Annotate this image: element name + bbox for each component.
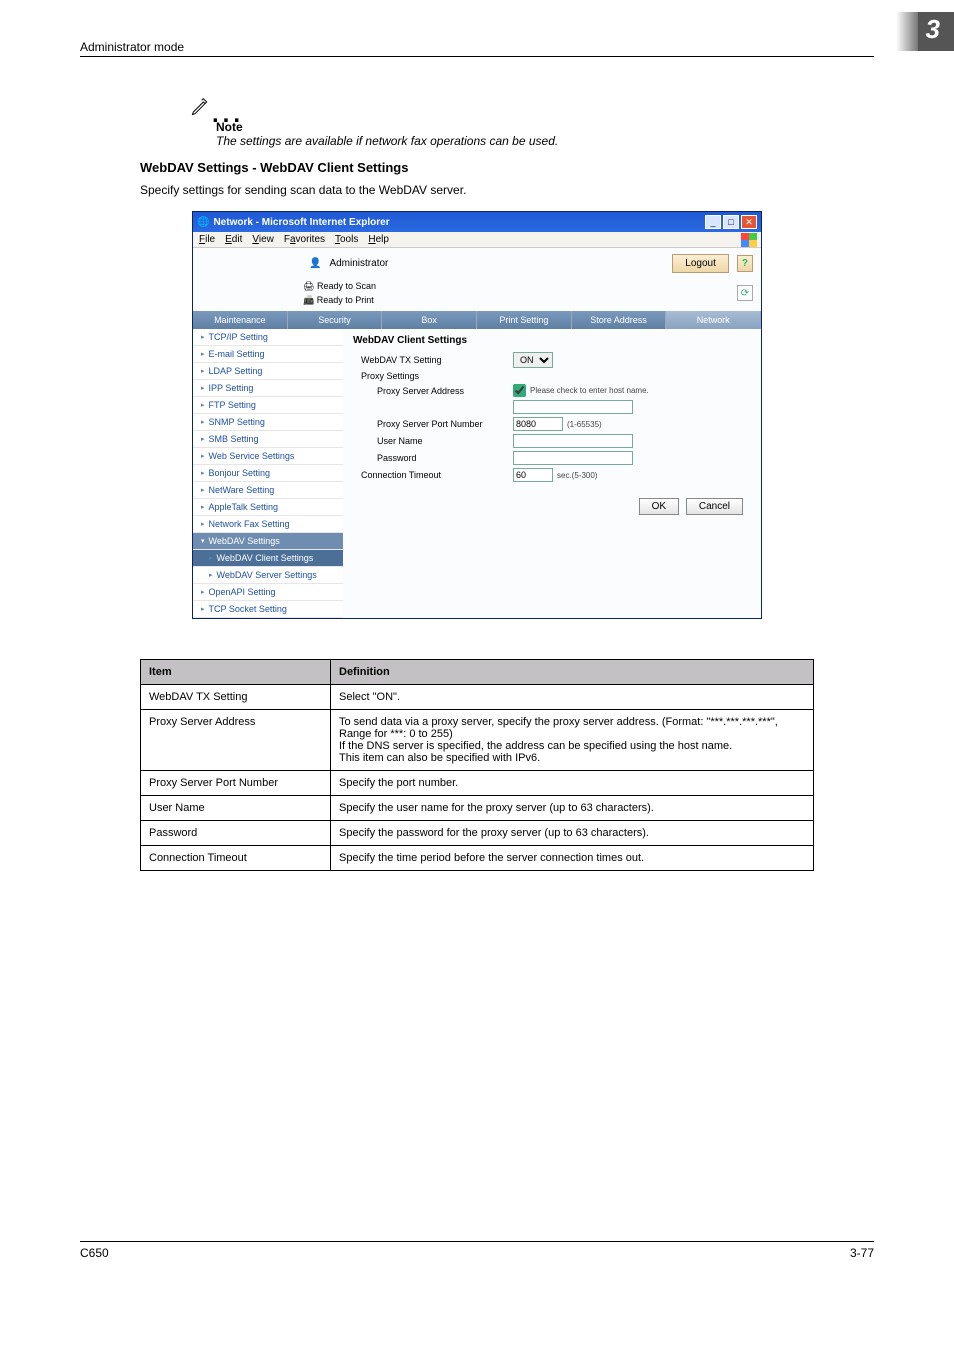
minimize-icon[interactable]: _	[705, 215, 721, 229]
menu-file[interactable]: File	[199, 234, 215, 245]
label-timeout-hint: sec.(5-300)	[557, 471, 597, 480]
table-row: Connection TimeoutSpecify the time perio…	[141, 846, 814, 871]
cell-item: Password	[141, 821, 331, 846]
label-pass: Password	[353, 453, 513, 463]
scanner-icon: 🖨	[303, 281, 314, 291]
sidebar-item-openapi[interactable]: OpenAPI Setting	[193, 584, 343, 601]
ie-window: 🌐 Network - Microsoft Internet Explorer …	[192, 211, 762, 619]
sidebar-item-bonjour[interactable]: Bonjour Setting	[193, 465, 343, 482]
sidebar-item-ftp[interactable]: FTP Setting	[193, 397, 343, 414]
table-row: User NameSpecify the user name for the p…	[141, 796, 814, 821]
ie-app-icon: 🌐	[197, 217, 209, 228]
note-body: The settings are available if network fa…	[216, 134, 874, 148]
menu-tools[interactable]: Tools	[335, 234, 358, 245]
input-proxy-addr[interactable]	[513, 400, 633, 414]
label-tx: WebDAV TX Setting	[353, 355, 513, 365]
sidebar-item-tcpip[interactable]: TCP/IP Setting	[193, 329, 343, 346]
label-timeout: Connection Timeout	[353, 470, 513, 480]
tab-box[interactable]: Box	[382, 311, 477, 329]
tab-security[interactable]: Security	[288, 311, 383, 329]
menu-view[interactable]: View	[252, 234, 274, 245]
label-proxy-group: Proxy Settings	[353, 371, 513, 381]
label-user: User Name	[353, 436, 513, 446]
status-scan: Ready to Scan	[317, 281, 376, 291]
panel-title: WebDAV Client Settings	[353, 335, 751, 346]
windows-flag-icon	[741, 233, 757, 247]
sidebar-item-tcpsocket[interactable]: TCP Socket Setting	[193, 601, 343, 618]
footer-model: C650	[80, 1246, 109, 1260]
admin-label: Administrator	[329, 258, 664, 269]
table-row: PasswordSpecify the password for the pro…	[141, 821, 814, 846]
sidebar-item-ldap[interactable]: LDAP Setting	[193, 363, 343, 380]
section-title: WebDAV Settings - WebDAV Client Settings	[140, 160, 874, 175]
cell-def: Specify the password for the proxy serve…	[331, 821, 814, 846]
table-row: WebDAV TX SettingSelect "ON".	[141, 685, 814, 710]
label-proxy-addr: Proxy Server Address	[353, 386, 513, 396]
sidebar-sub-webdav-client[interactable]: WebDAV Client Settings	[193, 550, 343, 567]
label-port: Proxy Server Port Number	[353, 419, 513, 429]
header-mode: Administrator mode	[80, 40, 184, 54]
refresh-icon[interactable]: ⟳	[737, 285, 753, 301]
help-button[interactable]: ?	[737, 255, 753, 272]
cell-item: Connection Timeout	[141, 846, 331, 871]
label-hostname-hint: Please check to enter host name.	[530, 386, 649, 395]
note-block: ... Note The settings are available if n…	[190, 97, 874, 148]
sidebar-item-networkfax[interactable]: Network Fax Setting	[193, 516, 343, 533]
sidebar-item-webservice[interactable]: Web Service Settings	[193, 448, 343, 465]
status-print: Ready to Print	[317, 295, 374, 305]
section-desc: Specify settings for sending scan data t…	[140, 183, 874, 197]
menu-edit[interactable]: Edit	[225, 234, 242, 245]
cell-item: Proxy Server Port Number	[141, 771, 331, 796]
select-tx[interactable]: ON	[513, 352, 553, 368]
ok-button[interactable]: OK	[639, 498, 679, 515]
menu-favorites[interactable]: Favorites	[284, 234, 325, 245]
sidebar: TCP/IP Setting E-mail Setting LDAP Setti…	[193, 329, 343, 618]
sidebar-item-ipp[interactable]: IPP Setting	[193, 380, 343, 397]
checkbox-hostname[interactable]	[513, 384, 526, 397]
ie-menubar: File Edit View Favorites Tools Help	[193, 232, 761, 248]
cell-item: Proxy Server Address	[141, 710, 331, 771]
pen-icon	[190, 97, 210, 120]
admin-icon: 👤	[309, 258, 321, 269]
cell-item: User Name	[141, 796, 331, 821]
sidebar-item-snmp[interactable]: SNMP Setting	[193, 414, 343, 431]
tab-maintenance[interactable]: Maintenance	[193, 311, 288, 329]
cell-def: Specify the user name for the proxy serv…	[331, 796, 814, 821]
sidebar-sub-webdav-server[interactable]: WebDAV Server Settings	[193, 567, 343, 584]
cancel-button[interactable]: Cancel	[686, 498, 743, 515]
definition-table: Item Definition WebDAV TX SettingSelect …	[140, 659, 814, 871]
logout-button[interactable]: Logout	[672, 254, 729, 273]
input-pass[interactable]	[513, 451, 633, 465]
th-def: Definition	[331, 660, 814, 685]
printer-icon: 📠	[303, 295, 314, 305]
cell-item: WebDAV TX Setting	[141, 685, 331, 710]
tab-store-address[interactable]: Store Address	[572, 311, 667, 329]
sidebar-item-smb[interactable]: SMB Setting	[193, 431, 343, 448]
table-row: Proxy Server AddressTo send data via a p…	[141, 710, 814, 771]
th-item: Item	[141, 660, 331, 685]
cell-def: Select "ON".	[331, 685, 814, 710]
footer-page: 3-77	[850, 1246, 874, 1260]
tab-network[interactable]: Network	[666, 311, 761, 329]
note-heading: Note	[216, 120, 874, 134]
cell-def: Specify the time period before the serve…	[331, 846, 814, 871]
input-user[interactable]	[513, 434, 633, 448]
close-icon[interactable]: ✕	[741, 215, 757, 229]
table-row: Proxy Server Port NumberSpecify the port…	[141, 771, 814, 796]
label-port-hint: (1-65535)	[567, 420, 602, 429]
cell-def: To send data via a proxy server, specify…	[331, 710, 814, 771]
sidebar-item-appletalk[interactable]: AppleTalk Setting	[193, 499, 343, 516]
sidebar-item-netware[interactable]: NetWare Setting	[193, 482, 343, 499]
tab-print-setting[interactable]: Print Setting	[477, 311, 572, 329]
menu-help[interactable]: Help	[368, 234, 389, 245]
input-port[interactable]	[513, 417, 563, 431]
maximize-icon[interactable]: □	[723, 215, 739, 229]
sidebar-item-webdav[interactable]: WebDAV Settings	[193, 533, 343, 550]
chapter-number: 3	[896, 12, 954, 51]
input-timeout[interactable]	[513, 468, 553, 482]
cell-def: Specify the port number.	[331, 771, 814, 796]
sidebar-item-email[interactable]: E-mail Setting	[193, 346, 343, 363]
ie-title: Network - Microsoft Internet Explorer	[213, 217, 389, 228]
